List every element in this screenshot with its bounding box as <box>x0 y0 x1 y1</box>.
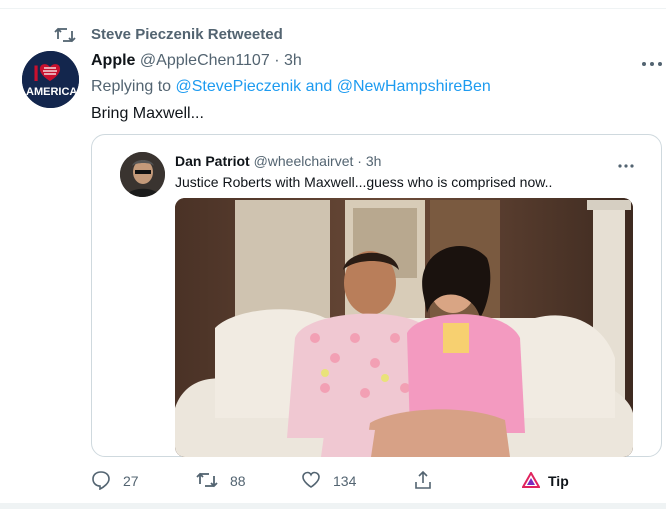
top-divider <box>0 8 666 9</box>
bottom-divider <box>0 503 666 509</box>
tweet-text: Bring Maxwell... <box>91 105 204 122</box>
quoted-tweet-photo[interactable] <box>175 198 633 457</box>
quoted-author-handle[interactable]: @wheelchairvet <box>254 153 354 169</box>
reply-icon[interactable] <box>91 470 111 493</box>
retweet-icon[interactable] <box>196 471 218 492</box>
separator: · <box>357 153 362 169</box>
svg-text:I: I <box>33 61 39 86</box>
quoted-tweet-time[interactable]: 3h <box>366 153 382 169</box>
quoted-more-icon[interactable] <box>617 157 635 168</box>
quoted-author-avatar[interactable] <box>120 152 165 197</box>
replying-to-label: Replying to <box>91 78 172 95</box>
svg-text:AMERICA: AMERICA <box>26 86 77 98</box>
quoted-tweet-header: Dan Patriot @wheelchairvet · 3h <box>175 153 381 169</box>
retweeted-by-label[interactable]: Steve Pieczenik Retweeted <box>91 26 283 43</box>
tweet-header: Apple @AppleChen1107 · 3h <box>91 52 302 70</box>
tip-action[interactable]: Tip <box>521 470 569 492</box>
quoted-author-name[interactable]: Dan Patriot <box>175 153 250 169</box>
tip-icon[interactable] <box>521 470 541 491</box>
avatar[interactable]: I AMERICA <box>22 51 79 108</box>
author-name[interactable]: Apple <box>91 52 135 69</box>
author-handle[interactable]: @AppleChen1107 <box>140 52 270 69</box>
retweet-action[interactable]: 88 <box>196 470 246 492</box>
replying-to: Replying to @StevePieczenik and @NewHamp… <box>91 78 491 96</box>
like-action[interactable]: 134 <box>301 470 356 492</box>
replying-to-handles[interactable]: @StevePieczenik and @NewHampshireBen <box>176 78 491 95</box>
more-options-icon[interactable] <box>640 56 664 66</box>
reply-count: 27 <box>123 473 139 489</box>
tip-label[interactable]: Tip <box>548 473 569 489</box>
share-icon[interactable] <box>413 470 433 493</box>
tweet-time[interactable]: 3h <box>284 52 302 69</box>
quoted-tweet-text: Justice Roberts with Maxwell...guess who… <box>175 174 553 190</box>
share-action[interactable] <box>413 470 433 492</box>
retweet-count: 88 <box>230 473 246 489</box>
separator: · <box>274 52 280 69</box>
reply-action[interactable]: 27 <box>91 470 139 492</box>
retweet-icon <box>54 26 76 44</box>
heart-icon[interactable] <box>301 471 321 492</box>
like-count: 134 <box>333 473 357 489</box>
